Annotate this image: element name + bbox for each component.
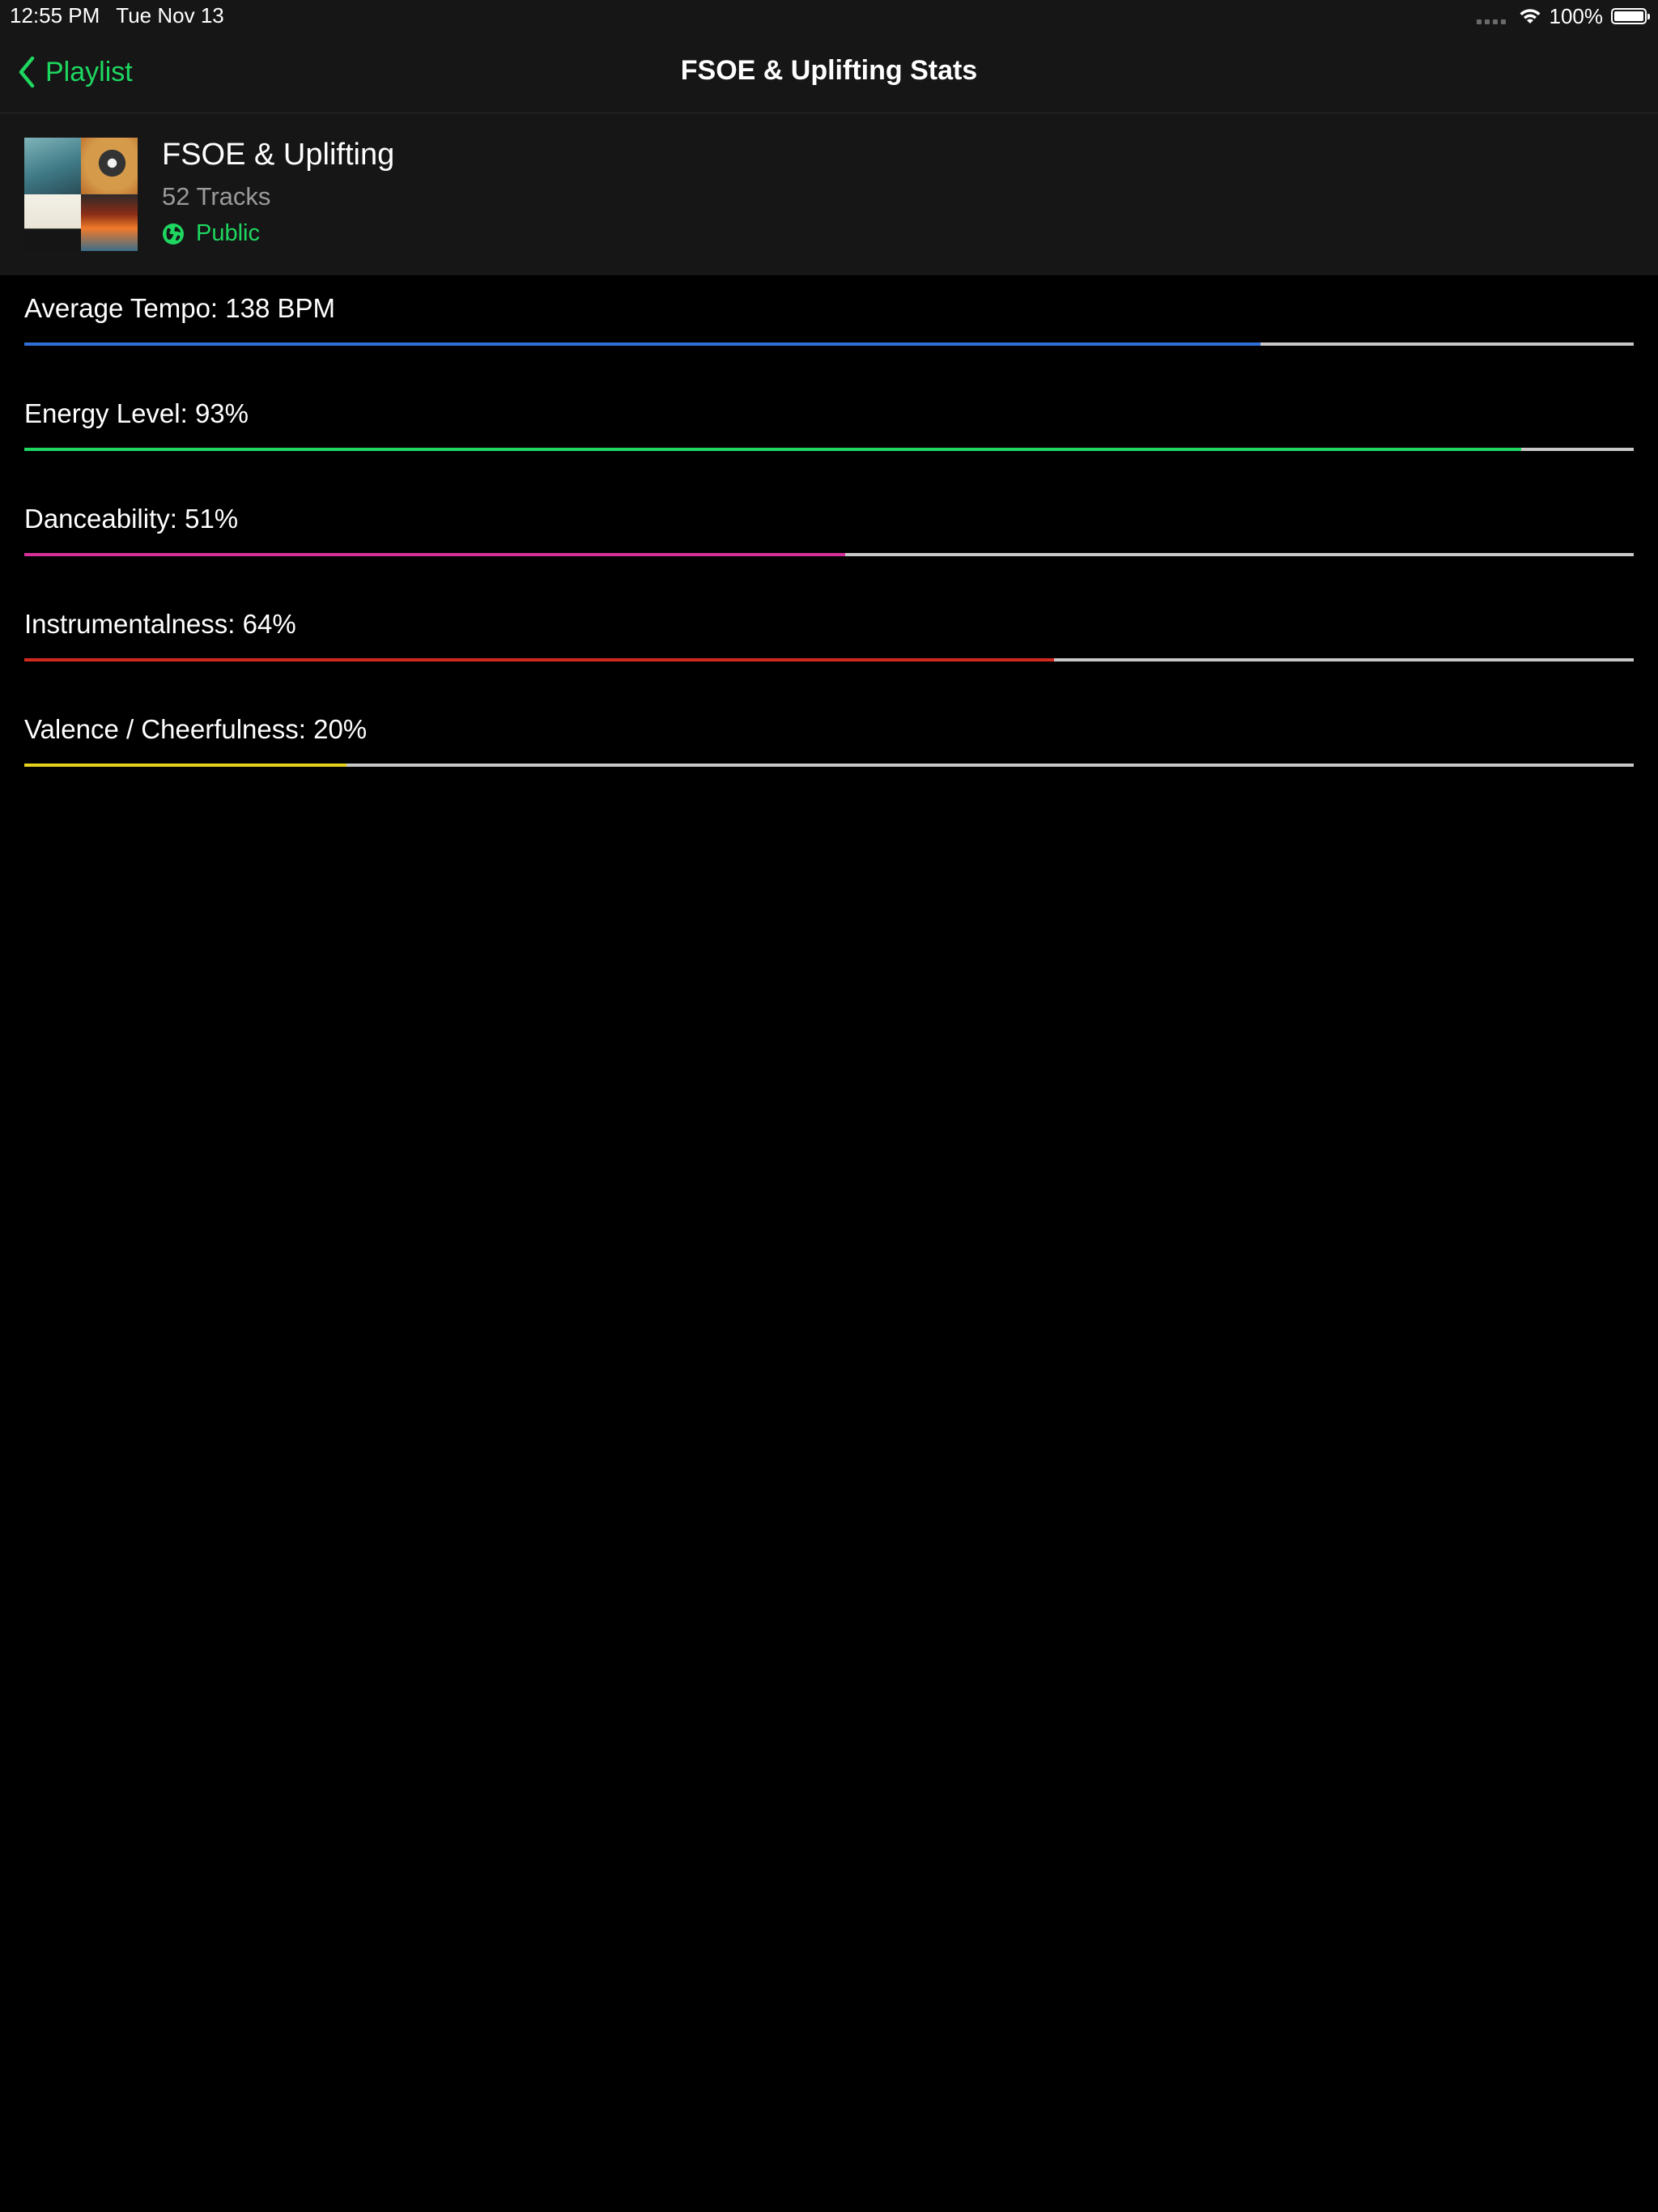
status-time: 12:55 PM: [10, 3, 100, 28]
globe-icon: [163, 223, 184, 245]
playlist-header: FSOE & Uplifting 52 Tracks Public: [0, 113, 1658, 275]
stat-energy-level: Energy Level: 93%: [24, 381, 1634, 486]
visibility-status: Public: [162, 220, 260, 247]
visibility-label: Public: [196, 220, 260, 246]
stat-label: Average Tempo: 138 BPM: [24, 293, 336, 323]
battery-icon: [1611, 8, 1650, 24]
stat-danceability: Danceability: 51%: [24, 486, 1634, 591]
stat-progress-fill: [24, 342, 1261, 346]
status-indicators: 100%: [1476, 3, 1650, 29]
stat-progress-fill: [24, 764, 346, 767]
status-date: Tue Nov 13: [116, 3, 224, 28]
track-count: 52 Tracks: [162, 182, 271, 211]
page-title: FSOE & Uplifting Stats: [680, 55, 978, 86]
stat-average-tempo: Average Tempo: 138 BPM: [24, 275, 1634, 381]
stat-progress-track: [24, 764, 1634, 767]
stat-progress-fill: [24, 448, 1521, 451]
cellular-signal-icon: [1476, 19, 1506, 24]
playlist-name: FSOE & Uplifting: [162, 138, 395, 172]
stat-progress-track: [24, 658, 1634, 661]
status-time-date: 12:55 PM Tue Nov 13: [10, 3, 240, 28]
stat-instrumentalness: Instrumentalness: 64%: [24, 591, 1634, 696]
stat-progress-track: [24, 553, 1634, 556]
stats-list: Average Tempo: 138 BPM Energy Level: 93%…: [24, 275, 1634, 802]
stat-valence: Valence / Cheerfulness: 20%: [24, 696, 1634, 802]
playlist-cover-image: [24, 138, 138, 251]
stat-progress-track: [24, 342, 1634, 346]
stat-label: Instrumentalness: 64%: [24, 609, 296, 639]
stat-label: Danceability: 51%: [24, 504, 239, 534]
stat-progress-track: [24, 448, 1634, 451]
navigation-bar: Playlist FSOE & Uplifting Stats: [0, 32, 1658, 113]
stat-progress-fill: [24, 658, 1055, 661]
status-bar: 12:55 PM Tue Nov 13 100%: [0, 0, 1658, 32]
wifi-icon: [1520, 9, 1540, 23]
stat-label: Energy Level: 93%: [24, 398, 249, 428]
battery-percent: 100%: [1549, 3, 1604, 28]
stat-label: Valence / Cheerfulness: 20%: [24, 714, 368, 744]
stat-progress-fill: [24, 553, 845, 556]
